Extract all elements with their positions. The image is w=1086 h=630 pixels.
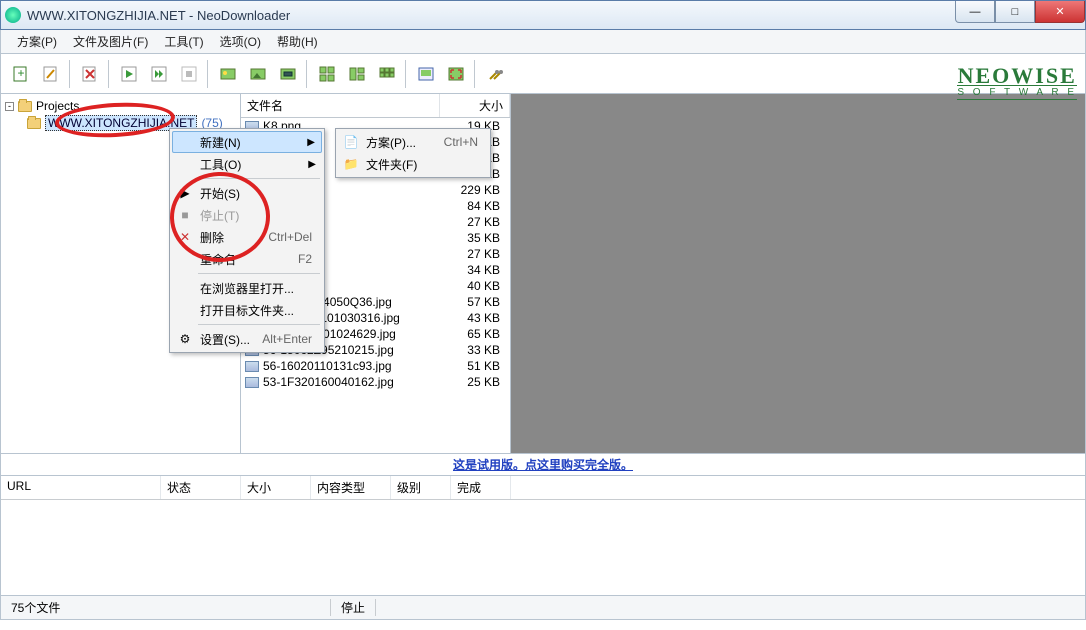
sub-folder[interactable]: 📁 文件夹(F) <box>338 153 488 175</box>
file-size: 35 KB <box>440 231 506 245</box>
toolbar-settings-icon[interactable] <box>481 60 509 88</box>
menu-plan[interactable]: 方案(P) <box>9 31 65 52</box>
brand-logo: NEOWISE S O F T W A R E <box>957 53 1077 113</box>
file-size: 229 KB <box>440 183 506 197</box>
maximize-button[interactable]: □ <box>995 1 1035 23</box>
context-menu: 新建(N)▶ 工具(O)▶ ▶ 开始(S) ■ 停止(T) ✕ 删除 Ctrl+… <box>169 128 325 353</box>
file-size: 65 KB <box>440 327 506 341</box>
toolbar-fullscreen-icon[interactable] <box>442 60 470 88</box>
doc-icon: 📄 <box>342 135 360 149</box>
logo-subtitle: S O F T W A R E <box>957 85 1077 100</box>
file-size: 40 KB <box>440 279 506 293</box>
main-area: - Projects WWW.XITONGZHIJIA.NET (75) 文件名… <box>0 94 1086 454</box>
window-title: WWW.XITONGZHIJIA.NET - NeoDownloader <box>27 8 290 23</box>
close-button[interactable]: ✕ <box>1035 1 1085 23</box>
status-state: 停止 <box>331 599 376 616</box>
ctx-rename[interactable]: 重命名 F2 <box>172 248 322 270</box>
file-row[interactable]: 53-1F320160040162.jpg 25 KB <box>241 374 510 390</box>
file-name: 56-16020110131c93.jpg <box>263 359 436 373</box>
file-size: 25 KB <box>440 375 506 389</box>
folder-icon <box>18 101 32 112</box>
file-size: 84 KB <box>440 199 506 213</box>
col-size2[interactable]: 大小 <box>241 476 311 499</box>
ctx-open-browser[interactable]: 在浏览器里打开... <box>172 277 322 299</box>
image-file-icon <box>245 361 259 372</box>
menu-files[interactable]: 文件及图片(F) <box>65 31 156 52</box>
tree-root[interactable]: - Projects <box>3 98 238 114</box>
stop-icon: ■ <box>176 208 194 222</box>
col-size[interactable]: 大小 <box>440 94 510 117</box>
preview-pane <box>511 94 1085 453</box>
ctx-settings[interactable]: ⚙ 设置(S)... Alt+Enter <box>172 328 322 350</box>
file-list-header: 文件名 大小 <box>241 94 510 118</box>
app-icon <box>5 7 21 23</box>
delete-icon: ✕ <box>176 230 194 244</box>
svg-text:+: + <box>17 66 24 80</box>
ctx-delete[interactable]: ✕ 删除 Ctrl+Del <box>172 226 322 248</box>
tree-root-label: Projects <box>36 99 79 113</box>
col-type[interactable]: 内容类型 <box>311 476 391 499</box>
status-bar: 75个文件 停止 <box>0 596 1086 620</box>
context-submenu-new: 📄 方案(P)... Ctrl+N 📁 文件夹(F) <box>335 128 491 178</box>
toolbar-new-icon[interactable]: + <box>7 60 35 88</box>
download-queue-pane: URL 状态 大小 内容类型 级别 完成 <box>0 476 1086 596</box>
toolbar-img2-icon[interactable] <box>244 60 272 88</box>
file-row[interactable]: 56-16020110131c93.jpg 51 KB <box>241 358 510 374</box>
file-size: 57 KB <box>440 295 506 309</box>
menu-help[interactable]: 帮助(H) <box>269 31 326 52</box>
file-size: 27 KB <box>440 215 506 229</box>
ctx-tools[interactable]: 工具(O)▶ <box>172 153 322 175</box>
toolbar: + NEOWISE S O F T W A R E <box>0 54 1086 94</box>
col-url[interactable]: URL <box>1 476 161 499</box>
col-status[interactable]: 状态 <box>161 476 241 499</box>
col-done[interactable]: 完成 <box>451 476 511 499</box>
trial-link[interactable]: 这是试用版。点这里购买完全版。 <box>453 456 633 473</box>
status-file-count: 75个文件 <box>1 599 331 616</box>
col-filename[interactable]: 文件名 <box>241 94 440 117</box>
col-level[interactable]: 级别 <box>391 476 451 499</box>
toolbar-img3-icon[interactable] <box>274 60 302 88</box>
logo-name: NEOWISE <box>957 66 1077 86</box>
toolbar-delete-icon[interactable] <box>76 60 104 88</box>
file-name: 53-1F320160040162.jpg <box>263 375 436 389</box>
file-size: 33 KB <box>440 343 506 357</box>
menu-options[interactable]: 选项(O) <box>212 31 269 52</box>
queue-header: URL 状态 大小 内容类型 级别 完成 <box>1 476 1085 500</box>
toolbar-stop-icon[interactable] <box>175 60 203 88</box>
toolbar-preview-icon[interactable] <box>412 60 440 88</box>
toolbar-grid1-icon[interactable] <box>313 60 341 88</box>
ctx-start[interactable]: ▶ 开始(S) <box>172 182 322 204</box>
toolbar-grid2-icon[interactable] <box>343 60 371 88</box>
folder-icon <box>27 118 41 129</box>
ctx-open-folder[interactable]: 打开目标文件夹... <box>172 299 322 321</box>
file-size: 43 KB <box>440 311 506 325</box>
window-buttons: — □ ✕ <box>955 1 1085 23</box>
collapse-icon[interactable]: - <box>5 102 14 111</box>
image-file-icon <box>245 377 259 388</box>
file-size: 51 KB <box>440 359 506 373</box>
file-size: 34 KB <box>440 263 506 277</box>
menu-tools[interactable]: 工具(T) <box>156 31 211 52</box>
menu-bar: 方案(P) 文件及图片(F) 工具(T) 选项(O) 帮助(H) <box>0 30 1086 54</box>
toolbar-edit-icon[interactable] <box>37 60 65 88</box>
file-size: 27 KB <box>440 247 506 261</box>
toolbar-img1-icon[interactable] <box>214 60 242 88</box>
gear-icon: ⚙ <box>176 332 194 346</box>
toolbar-grid3-icon[interactable] <box>373 60 401 88</box>
minimize-button[interactable]: — <box>955 1 995 23</box>
ctx-stop: ■ 停止(T) <box>172 204 322 226</box>
toolbar-playall-icon[interactable] <box>145 60 173 88</box>
trial-banner: 这是试用版。点这里购买完全版。 <box>0 454 1086 476</box>
play-icon: ▶ <box>176 186 194 200</box>
sub-plan[interactable]: 📄 方案(P)... Ctrl+N <box>338 131 488 153</box>
folder-icon: 📁 <box>342 157 360 171</box>
ctx-new[interactable]: 新建(N)▶ <box>172 131 322 153</box>
toolbar-play-icon[interactable] <box>115 60 143 88</box>
title-bar: WWW.XITONGZHIJIA.NET - NeoDownloader — □… <box>0 0 1086 30</box>
